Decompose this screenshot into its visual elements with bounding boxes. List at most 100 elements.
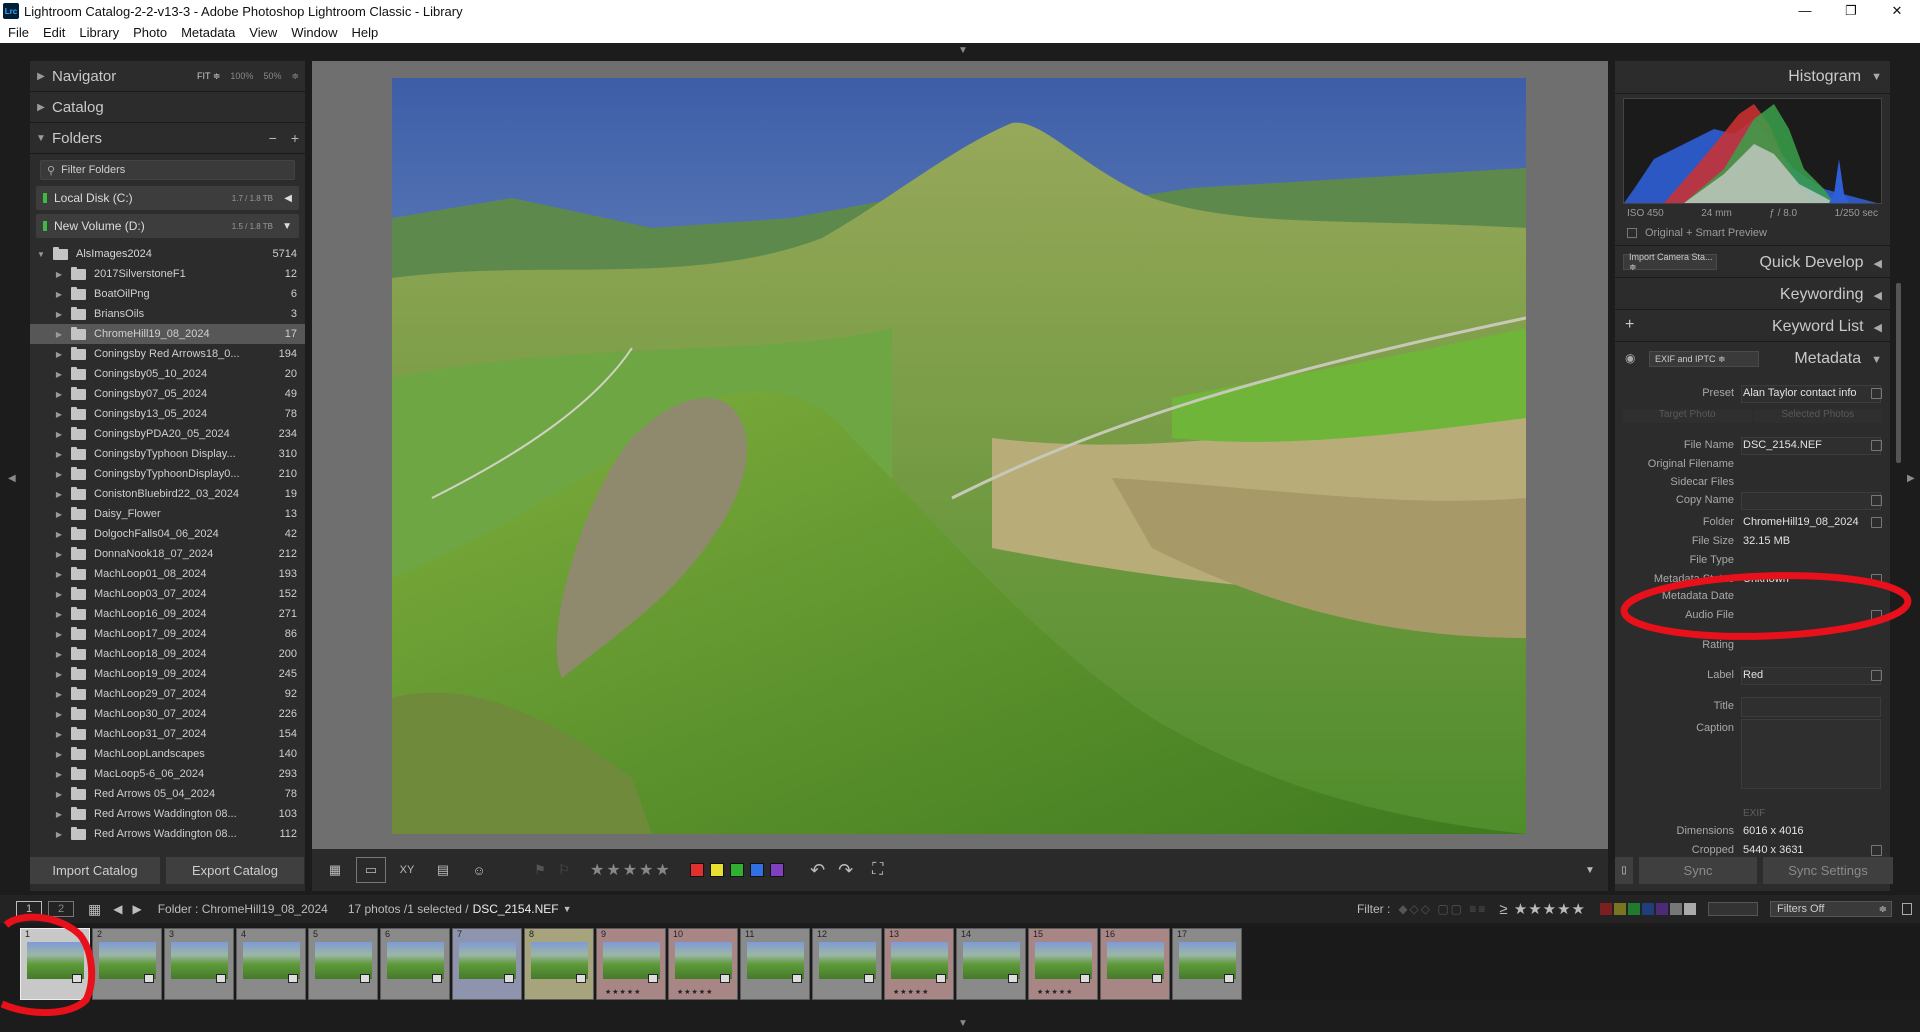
zoom-50[interactable]: 50% xyxy=(263,71,281,82)
copy-name-field[interactable] xyxy=(1741,492,1881,510)
folder-item[interactable]: ▶ ConingsbyTyphoonDisplay0... 210 xyxy=(30,464,305,484)
menu-photo[interactable]: Photo xyxy=(126,25,174,40)
selected-photos-tab[interactable]: Selected Photos xyxy=(1753,409,1882,423)
collapse-triangle-icon[interactable]: ▶ xyxy=(54,790,64,799)
copy-name-arrow-icon[interactable] xyxy=(1871,495,1882,506)
navigator-header[interactable]: ▶ Navigator FIT ≑ 100% 50% ≑ xyxy=(30,61,305,92)
filter-red[interactable] xyxy=(1600,903,1612,915)
grid-view-icon[interactable]: ▦ xyxy=(320,857,350,883)
filmstrip-thumbnail[interactable]: 11 xyxy=(740,928,810,1000)
title-field[interactable] xyxy=(1741,697,1881,717)
label-yellow[interactable] xyxy=(709,863,724,877)
menu-metadata[interactable]: Metadata xyxy=(174,25,242,40)
collapse-triangle-icon[interactable]: ▶ xyxy=(54,530,64,539)
metadata-badge-icon[interactable] xyxy=(360,974,370,983)
folder-item[interactable]: ▶ ChromeHill19_08_2024 17 xyxy=(30,324,305,344)
collapse-triangle-icon[interactable]: ▶ xyxy=(54,430,64,439)
export-catalog-button[interactable]: Export Catalog xyxy=(166,857,304,884)
rotate-left-icon[interactable]: ↶ xyxy=(804,857,832,883)
folder-item[interactable]: ▶ MachLoopLandscapes 140 xyxy=(30,744,305,764)
collapse-triangle-icon[interactable]: ▶ xyxy=(54,710,64,719)
collapse-triangle-icon[interactable]: ▶ xyxy=(54,390,64,399)
filmstrip-thumbnail[interactable]: 9 ★★★★★ xyxy=(596,928,666,1000)
metadata-badge-icon[interactable] xyxy=(288,974,298,983)
filter-stars[interactable]: ≥ ★★★★★ xyxy=(1499,900,1586,918)
filmstrip-thumbnail[interactable]: 16 xyxy=(1100,928,1170,1000)
folder-item[interactable]: ▶ MachLoop18_09_2024 200 xyxy=(30,644,305,664)
filmstrip-thumbnail[interactable]: 4 xyxy=(236,928,306,1000)
filmstrip-thumbnail[interactable]: 15 ★★★★★ xyxy=(1028,928,1098,1000)
menu-help[interactable]: Help xyxy=(345,25,386,40)
menu-library[interactable]: Library xyxy=(72,25,126,40)
label-purple[interactable] xyxy=(769,863,784,877)
collapse-triangle-icon[interactable]: ▶ xyxy=(54,450,64,459)
folder-item[interactable]: ▶ Coningsby Red Arrows18_0... 194 xyxy=(30,344,305,364)
add-folder-button[interactable]: + xyxy=(291,130,299,146)
filmstrip-thumbnail[interactable]: 2 xyxy=(92,928,162,1000)
rotate-right-icon[interactable]: ↷ xyxy=(832,857,860,883)
collapse-triangle-icon[interactable]: ▶ xyxy=(54,570,64,579)
folder-item[interactable]: ▶ MacLoop5-6_06_2024 293 xyxy=(30,764,305,784)
filmstrip-thumbnail[interactable]: 5 xyxy=(308,928,378,1000)
metadata-badge-icon[interactable] xyxy=(936,974,946,983)
metadata-header[interactable]: ◉ EXIF and IPTC ≑ Metadata ▼ xyxy=(1615,341,1890,375)
menu-window[interactable]: Window xyxy=(284,25,344,40)
main-photo[interactable] xyxy=(392,78,1526,834)
folder-item[interactable]: ▶ 2017SilverstoneF1 12 xyxy=(30,264,305,284)
folder-item[interactable]: ▶ BriansOils 3 xyxy=(30,304,305,324)
metadata-view-select[interactable]: EXIF and IPTC ≑ xyxy=(1649,351,1759,367)
collapse-triangle-icon[interactable]: ▶ xyxy=(54,310,64,319)
right-panel-toggle-icon[interactable]: ▶ xyxy=(1907,473,1915,484)
metadata-badge-icon[interactable] xyxy=(576,974,586,983)
folder-item[interactable]: ▶ MachLoop03_07_2024 152 xyxy=(30,584,305,604)
collapse-triangle-icon[interactable]: ▶ xyxy=(54,510,64,519)
filter-flags-icon[interactable]: ◆◇◇ ▢▢ ≡≡ xyxy=(1398,902,1487,916)
folder-item[interactable]: ▶ Red Arrows 05_04_2024 78 xyxy=(30,784,305,804)
folder-item[interactable]: ▶ Red Arrows Waddington 08... 112 xyxy=(30,824,305,844)
collapse-triangle-icon[interactable]: ▶ xyxy=(54,610,64,619)
folder-item[interactable]: ▶ ConingsbyTyphoon Display... 310 xyxy=(30,444,305,464)
folder-item[interactable]: ▶ Coningsby13_05_2024 78 xyxy=(30,404,305,424)
eye-icon[interactable]: ◉ xyxy=(1625,351,1635,365)
sync-settings-button[interactable]: Sync Settings xyxy=(1763,857,1893,884)
preset-arrows-icon[interactable] xyxy=(1871,388,1882,399)
filter-preset-select[interactable]: Filters Off ≑ xyxy=(1770,901,1892,917)
rename-icon[interactable] xyxy=(1871,440,1882,451)
metadata-badge-icon[interactable] xyxy=(792,974,802,983)
filter-purple[interactable] xyxy=(1656,903,1668,915)
volume-new-volume[interactable]: New Volume (D:) 1.5 / 1.8 TB ▼ xyxy=(36,214,299,238)
audio-file-icon[interactable] xyxy=(1871,610,1882,621)
filter-none[interactable] xyxy=(1684,903,1696,915)
folder-item[interactable]: ▶ BoatOilPng 6 xyxy=(30,284,305,304)
catalog-header[interactable]: ▶ Catalog xyxy=(30,92,305,123)
collapse-triangle-icon[interactable]: ▶ xyxy=(54,810,64,819)
folder-item[interactable]: ▶ Coningsby07_05_2024 49 xyxy=(30,384,305,404)
collapse-triangle-icon[interactable]: ▶ xyxy=(54,550,64,559)
metadata-badge-icon[interactable] xyxy=(1152,974,1162,983)
zoom-fit[interactable]: FIT ≑ xyxy=(197,71,220,82)
metadata-badge-icon[interactable] xyxy=(1008,974,1018,983)
filmstrip-thumbnail[interactable]: 7 xyxy=(452,928,522,1000)
maximize-button[interactable]: ❐ xyxy=(1828,0,1874,22)
collapse-triangle-icon[interactable]: ▶ xyxy=(54,350,64,359)
folder-item[interactable]: ▶ MachLoop17_09_2024 86 xyxy=(30,624,305,644)
menu-file[interactable]: File xyxy=(0,25,36,40)
loupe-view-icon[interactable]: ▭ xyxy=(356,857,386,883)
folder-item[interactable]: ▶ DonnaNook18_07_2024 212 xyxy=(30,544,305,564)
metadata-badge-icon[interactable] xyxy=(504,974,514,983)
filmstrip-thumbnail[interactable]: 1 xyxy=(20,928,90,1000)
selected-file-label[interactable]: DSC_2154.NEF xyxy=(473,902,559,916)
bottom-panel-toggle-icon[interactable]: ▼ xyxy=(958,1018,968,1029)
collapse-triangle-icon[interactable]: ▶ xyxy=(54,690,64,699)
collapse-triangle-icon[interactable]: ▶ xyxy=(54,730,64,739)
flag-pick-icon[interactable]: ⚑ xyxy=(528,857,552,883)
filter-green[interactable] xyxy=(1628,903,1640,915)
collapse-triangle-icon[interactable]: ▶ xyxy=(54,330,64,339)
grid-icon[interactable]: ▦ xyxy=(88,901,101,918)
filmstrip-thumbnail[interactable]: 17 xyxy=(1172,928,1242,1000)
histogram-header[interactable]: Histogram ▼ xyxy=(1615,61,1890,94)
zoom-100[interactable]: 100% xyxy=(230,71,253,82)
filmstrip-thumbnail[interactable]: 12 xyxy=(812,928,882,1000)
metadata-badge-icon[interactable] xyxy=(864,974,874,983)
label-red[interactable] xyxy=(689,863,704,877)
